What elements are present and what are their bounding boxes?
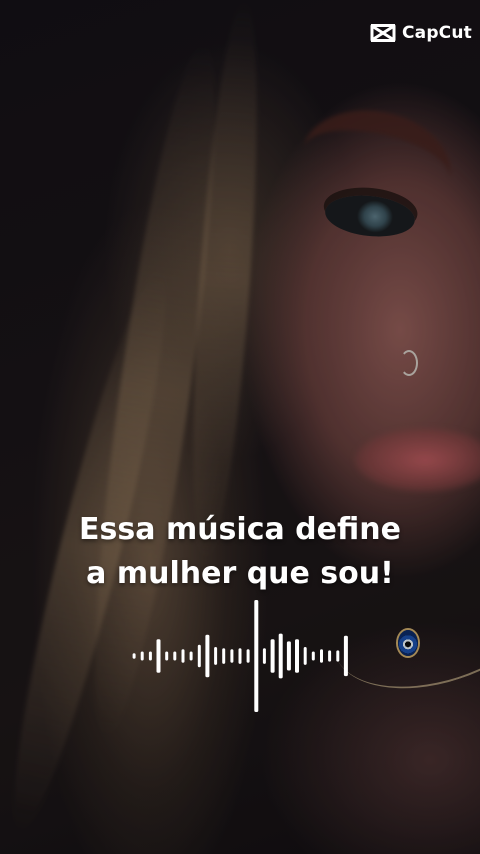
waveform-bar: [295, 639, 299, 673]
dark-overlay: [0, 0, 480, 854]
waveform-bar: [222, 648, 226, 664]
waveform-bar: [303, 647, 307, 665]
waveform-bar: [343, 635, 348, 677]
waveform-bar: [205, 634, 210, 678]
waveform-bar: [270, 639, 275, 673]
waveform-bar: [328, 650, 332, 662]
caption: Essa música define a mulher que sou!: [0, 508, 480, 596]
waveform-bar: [214, 647, 218, 665]
capcut-logo-icon: [370, 24, 396, 42]
waveform-bar: [140, 651, 144, 661]
audio-waveform-icon: [132, 600, 348, 712]
waveform-bar: [165, 651, 169, 661]
video-frame: CapCut Essa música define a mulher que s…: [0, 0, 480, 854]
waveform-bar: [246, 649, 250, 663]
waveform-bar: [156, 639, 161, 673]
waveform-bar: [320, 649, 323, 663]
waveform-bar: [173, 651, 177, 661]
waveform-bar: [254, 600, 259, 712]
waveform-bar: [181, 649, 185, 663]
watermark-text: CapCut: [401, 23, 472, 43]
caption-line-1: Essa música define: [79, 512, 401, 547]
waveform-bar: [197, 644, 201, 668]
caption-line-2: a mulher que sou!: [86, 556, 394, 591]
waveform-bar: [311, 651, 315, 661]
waveform-bar: [230, 649, 234, 663]
waveform-bar: [148, 651, 152, 661]
waveform-bar: [278, 633, 283, 679]
waveform-bar: [262, 648, 266, 664]
capcut-watermark: CapCut: [370, 20, 472, 46]
waveform-bar: [286, 641, 291, 671]
waveform-bar: [238, 648, 242, 664]
waveform-bar: [336, 650, 340, 662]
waveform-bar: [132, 653, 136, 659]
waveform-bar: [189, 651, 193, 661]
